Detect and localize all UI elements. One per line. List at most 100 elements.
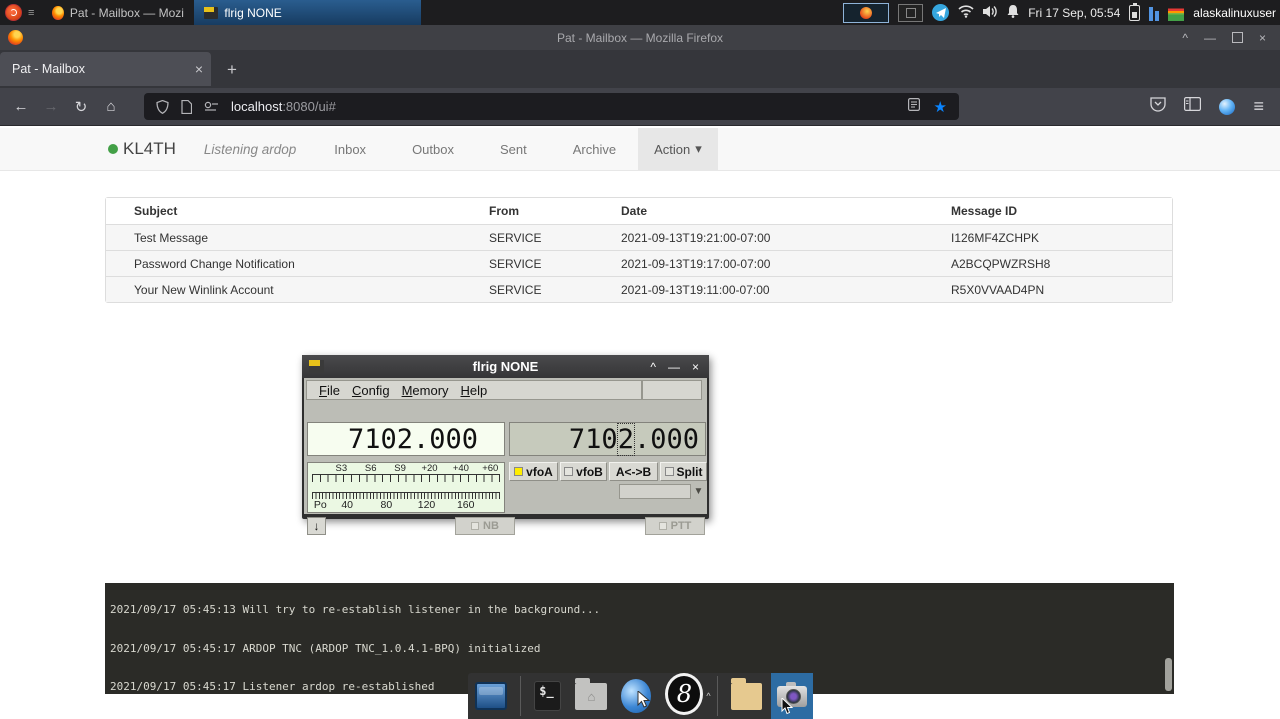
volume-icon[interactable]: [983, 5, 998, 21]
forward-button[interactable]: →: [36, 98, 66, 115]
new-tab-button[interactable]: +: [227, 60, 237, 80]
flrig-body: File Config Memory Help 7102.000 7102.00…: [304, 378, 707, 514]
split-button[interactable]: Split: [660, 462, 707, 481]
firefox-window-title: Pat - Mailbox — Mozilla Firefox: [0, 31, 1280, 45]
dock-separator: [717, 676, 718, 716]
site-permissions-icon[interactable]: [204, 101, 219, 113]
dock-expand-caret[interactable]: ^: [706, 691, 710, 701]
flrig-shade-button[interactable]: ^: [650, 360, 656, 374]
tracking-shield-icon[interactable]: [156, 100, 169, 114]
ptt-button[interactable]: PTT: [645, 517, 705, 535]
nav-outbox[interactable]: Outbox: [404, 142, 462, 157]
smeter-scale: [312, 474, 500, 482]
window-maximize-button[interactable]: [1232, 32, 1243, 43]
collapse-button[interactable]: ↓: [307, 517, 326, 535]
window-minimize-button[interactable]: —: [1204, 31, 1216, 45]
col-from: From: [489, 204, 621, 218]
workspace-1-pager[interactable]: [843, 3, 889, 23]
cell-subject: Test Message: [106, 231, 489, 245]
tab-close-icon[interactable]: ×: [195, 61, 203, 77]
callsign-label: KL4TH: [123, 139, 176, 159]
clock[interactable]: Fri 17 Sep, 05:54: [1028, 6, 1120, 20]
col-subject: Subject: [106, 204, 489, 218]
nav-sent[interactable]: Sent: [492, 142, 535, 157]
pat-callsign[interactable]: KL4TH: [108, 139, 176, 159]
firefox-menu-icon[interactable]: ≡: [1253, 96, 1264, 117]
nav-inbox[interactable]: Inbox: [326, 142, 374, 157]
col-date: Date: [621, 204, 951, 218]
combo-dropdown-icon[interactable]: ▼: [691, 484, 706, 499]
nb-button[interactable]: NB: [455, 517, 515, 535]
nav-archive[interactable]: Archive: [565, 142, 624, 157]
memory-combo-box[interactable]: [619, 484, 691, 499]
vfo-a-frequency-display[interactable]: 7102.000: [307, 422, 505, 456]
tab-title: Pat - Mailbox: [12, 62, 85, 76]
listening-status: Listening ardop: [204, 142, 296, 157]
display-settings-icon[interactable]: [475, 682, 507, 710]
smeter-tick-label: +40: [453, 463, 469, 474]
sidebar-toggle-icon[interactable]: [1184, 97, 1201, 116]
terminal-launcher-icon[interactable]: $_: [534, 681, 561, 711]
taskbar-window-flrig[interactable]: flrig NONE: [194, 0, 421, 25]
window-button-label: flrig NONE: [224, 6, 281, 20]
action-dropdown[interactable]: Action ▾: [638, 128, 718, 171]
reload-button[interactable]: ↻: [66, 98, 96, 116]
taskbar: ≡ Pat - Mailbox — Mozilla ... flrig NONE: [0, 0, 1280, 25]
flrig-window[interactable]: flrig NONE ^ — × File Config Memory Help…: [302, 355, 709, 519]
notification-bell-icon[interactable]: [1007, 5, 1019, 21]
workspace-window-thumb: [906, 8, 916, 18]
applications-menu-icon[interactable]: [5, 4, 22, 21]
smeter-tick-label: S9: [394, 463, 406, 474]
table-row[interactable]: Your New Winlink Account SERVICE 2021-09…: [106, 276, 1172, 302]
flrig-titlebar[interactable]: flrig NONE ^ — ×: [302, 355, 709, 378]
flrig-close-button[interactable]: ×: [692, 360, 699, 374]
vfoB-button[interactable]: vfoB: [560, 462, 607, 481]
folder-icon[interactable]: [731, 683, 763, 710]
tab-pat-mailbox[interactable]: Pat - Mailbox ×: [0, 52, 211, 86]
window-shade-button[interactable]: ^: [1182, 31, 1188, 45]
pocket-icon[interactable]: [1150, 97, 1166, 117]
vfo-b-frequency-display[interactable]: 7102.000: [509, 422, 706, 456]
extension-globe-icon[interactable]: [1219, 99, 1235, 115]
cpu-monitor-icon[interactable]: [1149, 5, 1159, 21]
menu-memory[interactable]: Memory: [402, 383, 449, 398]
vfoA-button[interactable]: vfoA: [509, 462, 558, 481]
back-button[interactable]: ←: [6, 98, 36, 115]
remote-desktop-globe-icon[interactable]: [621, 679, 651, 713]
url-text[interactable]: localhost:8080/ui#: [231, 99, 336, 114]
flrig-icon: [204, 7, 218, 19]
workspace-window-thumb: [860, 7, 872, 19]
wifi-icon[interactable]: [958, 5, 974, 21]
cell-subject: Your New Winlink Account: [106, 283, 489, 297]
swap-ab-button[interactable]: A<->B: [609, 462, 658, 481]
bookmark-star-icon[interactable]: ★: [934, 98, 947, 116]
reader-mode-icon[interactable]: [908, 98, 920, 116]
page-info-icon[interactable]: [181, 100, 192, 114]
load-graph-icon[interactable]: [1168, 5, 1184, 21]
table-row[interactable]: Test Message SERVICE 2021-09-13T19:21:00…: [106, 224, 1172, 250]
taskbar-window-firefox[interactable]: Pat - Mailbox — Mozilla ...: [42, 0, 194, 25]
url-bar[interactable]: localhost:8080/ui# ★: [144, 93, 959, 120]
menu-config[interactable]: Config: [352, 383, 390, 398]
table-row[interactable]: Password Change Notification SERVICE 202…: [106, 250, 1172, 276]
pat-navbar: KL4TH Listening ardop Inbox Outbox Sent …: [0, 128, 1280, 171]
workspace-2-pager[interactable]: [898, 4, 923, 22]
panel-menu-icon[interactable]: ≡: [28, 7, 34, 19]
dock: $_ ⌂ 8 ^: [468, 673, 813, 719]
terminal-scrollbar-thumb[interactable]: [1165, 658, 1172, 691]
battery-icon[interactable]: [1129, 5, 1140, 21]
file-manager-icon[interactable]: ⌂: [575, 683, 607, 710]
telegram-tray-icon[interactable]: [932, 4, 949, 21]
eight-ball-app-icon[interactable]: 8: [665, 673, 703, 715]
home-button[interactable]: ⌂: [96, 98, 126, 115]
menu-help[interactable]: Help: [461, 383, 488, 398]
session-username[interactable]: alaskalinuxuser: [1193, 6, 1276, 20]
desktop: ≡ Pat - Mailbox — Mozilla ... flrig NONE: [0, 0, 1280, 719]
smeter-tick-label: +20: [421, 463, 437, 474]
power-tick-label: 40: [341, 499, 353, 511]
flrig-minimize-button[interactable]: —: [668, 360, 680, 374]
power-tick-label: 120: [418, 499, 436, 511]
home-glyph: ⌂: [588, 689, 596, 704]
menu-file[interactable]: File: [319, 383, 340, 398]
window-close-button[interactable]: ×: [1259, 31, 1266, 45]
